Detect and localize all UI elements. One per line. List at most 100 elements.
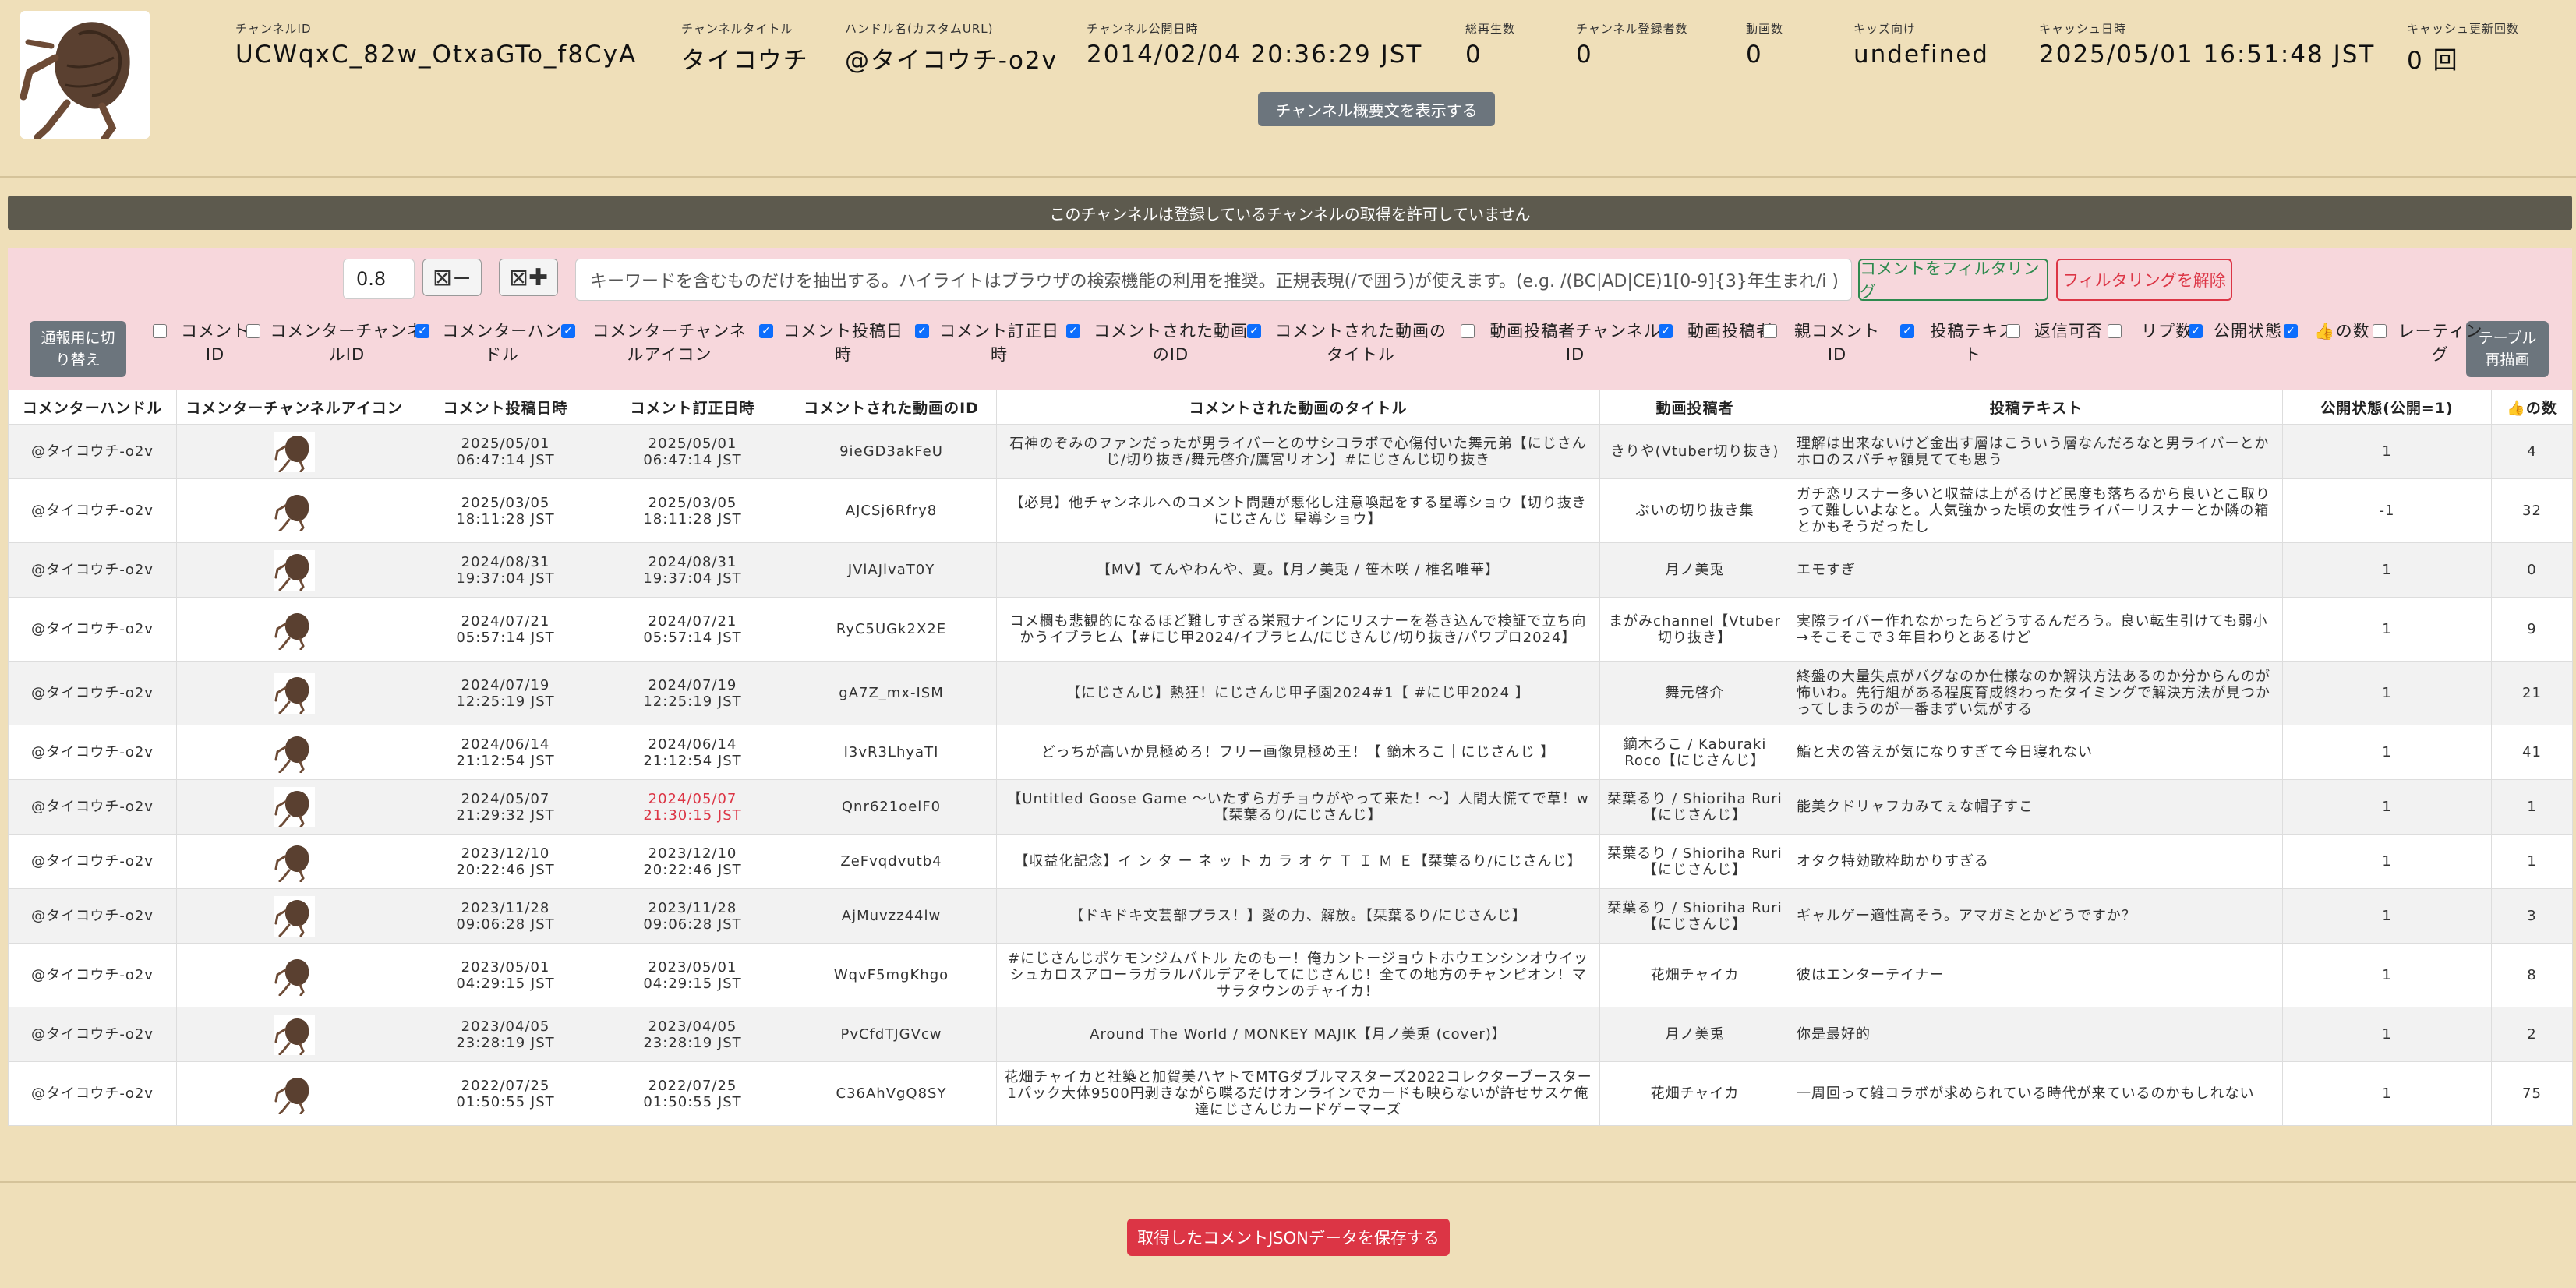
channel-published-field: チャンネル公開日時 2014/02/04 20:36:29 JST — [1087, 20, 1422, 69]
column-header[interactable]: 投稿テキスト — [1790, 390, 2283, 425]
video-id: JVlAJlvaT0Y — [786, 542, 997, 598]
column-toggle-5[interactable]: コメント訂正日時 — [915, 319, 1060, 366]
comment-posted-at-date: 2022/07/25 — [461, 1077, 550, 1094]
column-checkbox[interactable] — [915, 324, 929, 338]
column-checkbox[interactable] — [1659, 324, 1673, 338]
column-header[interactable]: コメンターチャンネルアイコン — [176, 390, 412, 425]
table-row: @タイコウチ-o2v 2023/04/05 23:28:19 JST 2023/04/… — [8, 1007, 2573, 1062]
column-toggle-10[interactable]: 親コメントID — [1763, 319, 1888, 366]
video-count-value: 0 — [1746, 41, 1763, 69]
column-checkbox[interactable] — [561, 324, 575, 338]
comment-posted-at-time: 04:29:15 JST — [456, 975, 555, 992]
commenter-avatar-icon — [274, 1014, 315, 1055]
column-toggle-0[interactable]: コメントID — [153, 319, 254, 366]
comments-table: コメンターハンドル コメンターチャンネルアイコン コメント投稿日時 コメント訂正日時コ… — [8, 390, 2573, 1126]
public-status: 1 — [2282, 943, 2492, 1007]
public-status: -1 — [2282, 478, 2492, 543]
column-toggle-2[interactable]: コメンターハンドル — [415, 319, 565, 366]
column-checkbox[interactable] — [759, 324, 773, 338]
show-description-button[interactable]: チャンネル概要文を表示する — [1258, 92, 1495, 126]
column-checkbox[interactable] — [2284, 324, 2298, 338]
video-title: コメ欄も悲観的になるほど難しすぎる栄冠ナインにリスナーを巻き込んで検証で立ち向か… — [996, 597, 1600, 662]
filter-comments-button[interactable]: コメントをフィルタリング — [1858, 259, 2048, 302]
column-header[interactable]: コメンターハンドル — [8, 390, 177, 425]
column-checkbox[interactable] — [2373, 324, 2387, 338]
column-checkbox[interactable] — [1763, 324, 1777, 338]
column-checkbox[interactable] — [1900, 324, 1914, 338]
subscription-notice: このチャンネルは登録しているチャンネルの取得を許可していません — [8, 196, 2572, 230]
column-header[interactable]: コメントされた動画のタイトル — [996, 390, 1600, 425]
comment-posted-at-date: 2025/05/01 — [461, 435, 550, 452]
column-checkbox[interactable] — [415, 324, 429, 338]
video-uploader: 月ノ美兎 — [1599, 1007, 1790, 1062]
column-checkbox[interactable] — [2006, 324, 2020, 338]
column-toggle-6[interactable]: コメントされた動画のID — [1066, 319, 1252, 366]
column-checkbox[interactable] — [2189, 324, 2203, 338]
comment-edited-at-date: 2023/04/05 — [648, 1018, 737, 1035]
column-toggle-9[interactable]: 動画投稿者 — [1659, 319, 1779, 343]
video-id: WqvF5mgKhgo — [786, 943, 997, 1007]
comment-posted-at-date: 2024/07/21 — [461, 612, 550, 630]
like-count: 2 — [2491, 1007, 2573, 1062]
comment-edited-at-date: 2022/07/25 — [648, 1077, 737, 1094]
column-toggle-12[interactable]: 返信可否 — [2006, 319, 2108, 343]
keyword-filter-input[interactable]: キーワードを含むものだけを抽出する。ハイライトはブラウザの検索機能の利用を推奨。… — [575, 259, 1852, 301]
commenter-avatar-icon — [274, 609, 315, 650]
subscribers-value: 0 — [1576, 41, 1593, 69]
shrink-button[interactable]: ⊠− — [422, 259, 482, 296]
channel-id-field: チャンネルID UCWqxC_82w_OtxaGTo_f8CyA — [235, 20, 637, 69]
column-header[interactable]: 公開状態(公開=1) — [2282, 390, 2492, 425]
video-id: PvCfdTJGVcw — [786, 1007, 997, 1062]
comment-posted-at-time: 20:22:46 JST — [456, 861, 555, 878]
expand-button[interactable]: ⊠✚ — [499, 259, 558, 296]
column-toggle-1[interactable]: コメンターチャンネルID — [246, 319, 424, 366]
comment-posted-at: 2024/08/31 19:37:04 JST — [412, 542, 599, 598]
column-toggle-8[interactable]: 動画投稿者チャンネルID — [1461, 319, 1666, 366]
column-checkbox-label: コメント訂正日時 — [939, 322, 1059, 364]
comment-edited-at-date: 2024/07/21 — [648, 612, 737, 630]
public-status: 1 — [2282, 888, 2492, 944]
comment-edited-at-date: 2024/07/19 — [648, 676, 737, 693]
column-toggle-7[interactable]: コメントされた動画のタイトル — [1247, 319, 1451, 366]
column-checkbox[interactable] — [1247, 324, 1261, 338]
column-toggle-15[interactable]: 👍の数 — [2284, 319, 2377, 343]
clear-filter-button[interactable]: フィルタリングを解除 — [2056, 259, 2232, 301]
column-toggle-4[interactable]: コメント投稿日時 — [759, 319, 904, 366]
comment-edited-at-date: 2024/08/31 — [648, 553, 737, 570]
report-mode-toggle-button[interactable]: 通報用に切り替え — [30, 321, 126, 377]
video-title: どっちが高いか見極めろ！フリー画像見極め王！【 鏑木ろこ｜にじさんじ 】 — [996, 725, 1600, 780]
channel-handle-value: @タイコウチ-o2v — [845, 47, 1058, 75]
like-count: 1 — [2491, 834, 2573, 889]
comment-edited-at-date: 2025/05/01 — [648, 435, 737, 452]
comment-text: 一周回って雑コラボが求められている時代が来ているのかもしれない — [1790, 1061, 2283, 1126]
comment-posted-at-time: 05:57:14 JST — [456, 629, 555, 646]
column-header[interactable]: 動画投稿者 — [1599, 390, 1790, 425]
comment-text: 理解は出来ないけど金出す層はこういう層なんだろなと男ライバーとかホロのスバチャ額… — [1790, 424, 2283, 479]
video-uploader: 鏑木ろこ / Kaburaki Roco【にじさんじ】 — [1599, 725, 1790, 780]
column-checkbox[interactable] — [153, 324, 167, 338]
commenter-icon-cell — [176, 542, 412, 598]
column-toggle-16[interactable]: レーティング — [2373, 319, 2485, 366]
column-header[interactable]: コメントされた動画のID — [786, 390, 997, 425]
video-title: 【ドキドキ文芸部プラス！】愛の力、解放。【栞葉るり/にじさんじ】 — [996, 888, 1600, 944]
column-checkbox[interactable] — [1461, 324, 1475, 338]
column-checkbox[interactable] — [1066, 324, 1080, 338]
threshold-input[interactable]: 0.8 — [343, 259, 415, 299]
kids-label: キッズ向け — [1853, 22, 1917, 36]
comment-edited-at: 2023/11/28 09:06:28 JST — [599, 888, 786, 944]
comment-edited-at-time: 21:12:54 JST — [643, 752, 742, 769]
channel-id-label: チャンネルID — [235, 22, 312, 36]
comment-posted-at-date: 2024/05/07 — [461, 790, 550, 807]
column-checkbox[interactable] — [2108, 324, 2122, 338]
comment-edited-at: 2024/07/21 05:57:14 JST — [599, 597, 786, 662]
column-toggle-3[interactable]: コメンターチャンネルアイコン — [561, 319, 754, 366]
save-json-button[interactable]: 取得したコメントJSONデータを保存する — [1127, 1219, 1450, 1256]
column-header[interactable]: コメント訂正日時 — [599, 390, 786, 425]
column-header[interactable]: コメント投稿日時 — [412, 390, 599, 425]
column-toggle-14[interactable]: 公開状態 — [2189, 319, 2284, 343]
column-header[interactable]: 👍の数 — [2491, 390, 2573, 425]
commenter-handle: @タイコウチ-o2v — [8, 888, 177, 944]
column-toggle-11[interactable]: 投稿テキスト — [1900, 319, 2022, 366]
comment-posted-at: 2024/07/21 05:57:14 JST — [412, 597, 599, 662]
column-checkbox[interactable] — [246, 324, 260, 338]
